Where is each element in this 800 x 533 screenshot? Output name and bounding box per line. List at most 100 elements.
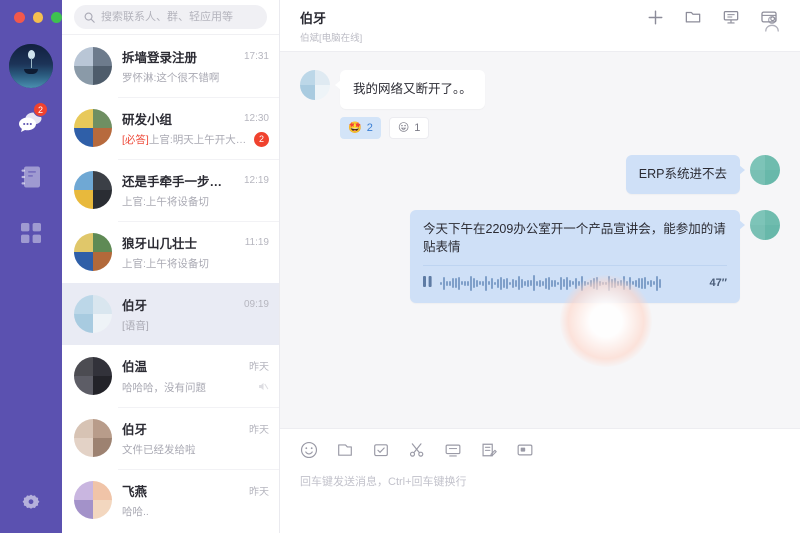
- conversation-item[interactable]: 飞燕 昨天哈哈..: [62, 469, 279, 531]
- conversation-time: 09:19: [243, 299, 269, 310]
- conversation-time: 昨天: [249, 425, 269, 436]
- conversation-body: 狼牙山几壮士 11:19 上官:上午将设备切: [122, 233, 269, 271]
- conversation-item[interactable]: 狼牙山几壮士 11:19 上官:上午将设备切: [62, 221, 279, 283]
- conversation-top-row: 伯牙 09:19: [122, 295, 269, 314]
- message-bubble[interactable]: 今天下午在2209办公室开一个产品宣讲会，能参加的请贴表情 47″: [410, 209, 745, 303]
- pause-icon[interactable]: [423, 274, 432, 293]
- gear-icon: [22, 494, 40, 509]
- reaction-count: 1: [414, 121, 421, 134]
- address-book-icon: [21, 166, 40, 188]
- settings-button[interactable]: [16, 489, 46, 519]
- todo-button[interactable]: [372, 441, 390, 459]
- scissors-icon: [409, 443, 424, 457]
- message: ERP系统进不去: [300, 154, 780, 194]
- composer-toolbar: [300, 441, 780, 459]
- meeting-button[interactable]: [722, 8, 740, 26]
- emoji-button[interactable]: [300, 441, 318, 459]
- avatar: [74, 481, 112, 519]
- minimize-button[interactable]: [32, 11, 44, 23]
- message-composer: 回车键发送消息，Ctrl+回车键换行: [280, 428, 800, 533]
- message-column: ERP系统进不去: [625, 154, 746, 194]
- search-bar: [62, 0, 279, 34]
- voice-player[interactable]: 47″: [423, 265, 727, 293]
- conversation-bottom-row: [必答]上官:明天上午开大例会 2: [122, 132, 269, 147]
- message-bubble[interactable]: 我的网络又断开了。。: [335, 70, 485, 109]
- avatar: [74, 233, 112, 271]
- conversation-body: 拆墙登录注册 17:31 罗怀淋:这个很不错啊: [122, 47, 269, 85]
- reaction-count: 2: [366, 121, 373, 134]
- screenshot-button[interactable]: [408, 441, 426, 459]
- conversation-time: 11:19: [244, 237, 269, 248]
- conversation-name: 拆墙登录注册: [122, 51, 198, 65]
- rail-items: 2: [0, 102, 62, 248]
- conversation-name: 还是手牵手一步…: [122, 175, 223, 189]
- conversation-item[interactable]: 还是手牵手一步… 12:19 上官:上午将设备切: [62, 159, 279, 221]
- add-button[interactable]: [647, 9, 664, 26]
- presentation-icon: [723, 10, 739, 24]
- avatar-image: [74, 47, 112, 85]
- avatar: [750, 154, 780, 185]
- conversation-item[interactable]: 伯温 昨天哈哈哈，没有问题: [62, 345, 279, 407]
- conversation-top-row: 拆墙登录注册 17:31: [122, 47, 269, 66]
- card-panel-icon: [761, 11, 777, 23]
- conversation-bottom-row: 上官:上午将设备切: [122, 256, 269, 271]
- conversation-preview: 上官:上午将设备切: [122, 258, 209, 270]
- sidebar-item-chat[interactable]: 2: [14, 102, 48, 136]
- conversation-item[interactable]: 伯牙 09:19 [语音]: [62, 283, 279, 345]
- waveform[interactable]: [440, 274, 701, 292]
- files-button[interactable]: [684, 8, 702, 26]
- sidebar-item-contacts[interactable]: [14, 162, 48, 192]
- conversation-bottom-row: [语音]: [122, 318, 269, 333]
- preview-tag: [必答]: [122, 134, 149, 146]
- avatar-image: [750, 209, 780, 240]
- conversation-time: 17:31: [243, 51, 269, 62]
- avatar[interactable]: [9, 44, 53, 88]
- conversation-body: 研发小组 12:30 [必答]上官:明天上午开大例会 2: [122, 109, 269, 147]
- conversation-bottom-row: 哈哈..: [122, 504, 269, 519]
- conversation-top-row: 研发小组 12:30: [122, 109, 269, 128]
- window-controls: [0, 0, 63, 34]
- conversation-top-row: 飞燕 昨天: [122, 481, 269, 500]
- search-input[interactable]: [101, 11, 257, 23]
- conversation-time: 昨天: [249, 361, 269, 373]
- panel-button[interactable]: [760, 8, 778, 26]
- chat-header-text: 伯牙 伯斌[电脑在线]: [300, 8, 362, 44]
- maximize-button[interactable]: [51, 11, 63, 23]
- conversation-top-row: 狼牙山几壮士 11:19: [122, 233, 269, 252]
- screen-button[interactable]: [444, 441, 462, 459]
- conversation-name: 飞燕: [122, 485, 148, 499]
- sidebar-item-apps[interactable]: [14, 218, 48, 248]
- reaction-chip[interactable]: 😛 1: [388, 116, 430, 139]
- conversation-body: 飞燕 昨天哈哈..: [122, 481, 269, 519]
- conversation-bottom-row: 哈哈哈，没有问题: [122, 379, 269, 397]
- conversation-name: 伯牙: [122, 299, 148, 313]
- file-button[interactable]: [336, 441, 354, 459]
- unread-badge: 2: [254, 132, 269, 147]
- conversation-preview: 罗怀淋:这个很不错啊: [122, 72, 220, 84]
- conversation-body: 伯温 昨天哈哈哈，没有问题: [122, 356, 269, 397]
- conversation-top-row: 伯温 昨天: [122, 356, 269, 375]
- chat-pane: 伯牙 伯斌[电脑在线] 我的网络又断开了。。 🤩 2 😛 1 ERP系统进不去今天下午在2…: [280, 0, 800, 533]
- screen-share-button[interactable]: [516, 441, 534, 459]
- conversation-list[interactable]: 拆墙登录注册 17:31 罗怀淋:这个很不错啊研发小组 12:30 [必答]上官:明天上…: [62, 34, 279, 533]
- reaction-chip[interactable]: 🤩 2: [340, 116, 381, 139]
- conversation-time: 昨天: [249, 487, 269, 498]
- message-text: 今天下午在2209办公室开一个产品宣讲会，能参加的请贴表情: [423, 221, 726, 255]
- message-list: 我的网络又断开了。。 🤩 2 😛 1 ERP系统进不去今天下午在2209办公室开一个产品宣…: [280, 52, 800, 428]
- avatar-image: [300, 70, 330, 100]
- conversation-item[interactable]: 伯牙 昨天 文件已经发给啦: [62, 407, 279, 469]
- avatar-image: [74, 481, 112, 519]
- conversation-item[interactable]: 拆墙登录注册 17:31 罗怀淋:这个很不错啊: [62, 35, 279, 97]
- form-button[interactable]: [480, 441, 498, 459]
- avatar-image: [74, 233, 112, 271]
- conversation-top-row: 伯牙 昨天: [122, 419, 269, 438]
- message: 我的网络又断开了。。 🤩 2 😛 1: [300, 70, 780, 139]
- message: 今天下午在2209办公室开一个产品宣讲会，能参加的请贴表情 47″: [300, 209, 780, 303]
- chat-unread-badge: 2: [33, 102, 48, 117]
- close-button[interactable]: [14, 11, 25, 23]
- conversation-item[interactable]: 研发小组 12:30 [必答]上官:明天上午开大例会 2: [62, 97, 279, 159]
- search-box[interactable]: [74, 5, 267, 29]
- message-column: 我的网络又断开了。。 🤩 2 😛 1: [335, 70, 485, 139]
- message-bubble[interactable]: ERP系统进不去: [625, 154, 746, 194]
- chat-title: 伯牙: [300, 10, 327, 26]
